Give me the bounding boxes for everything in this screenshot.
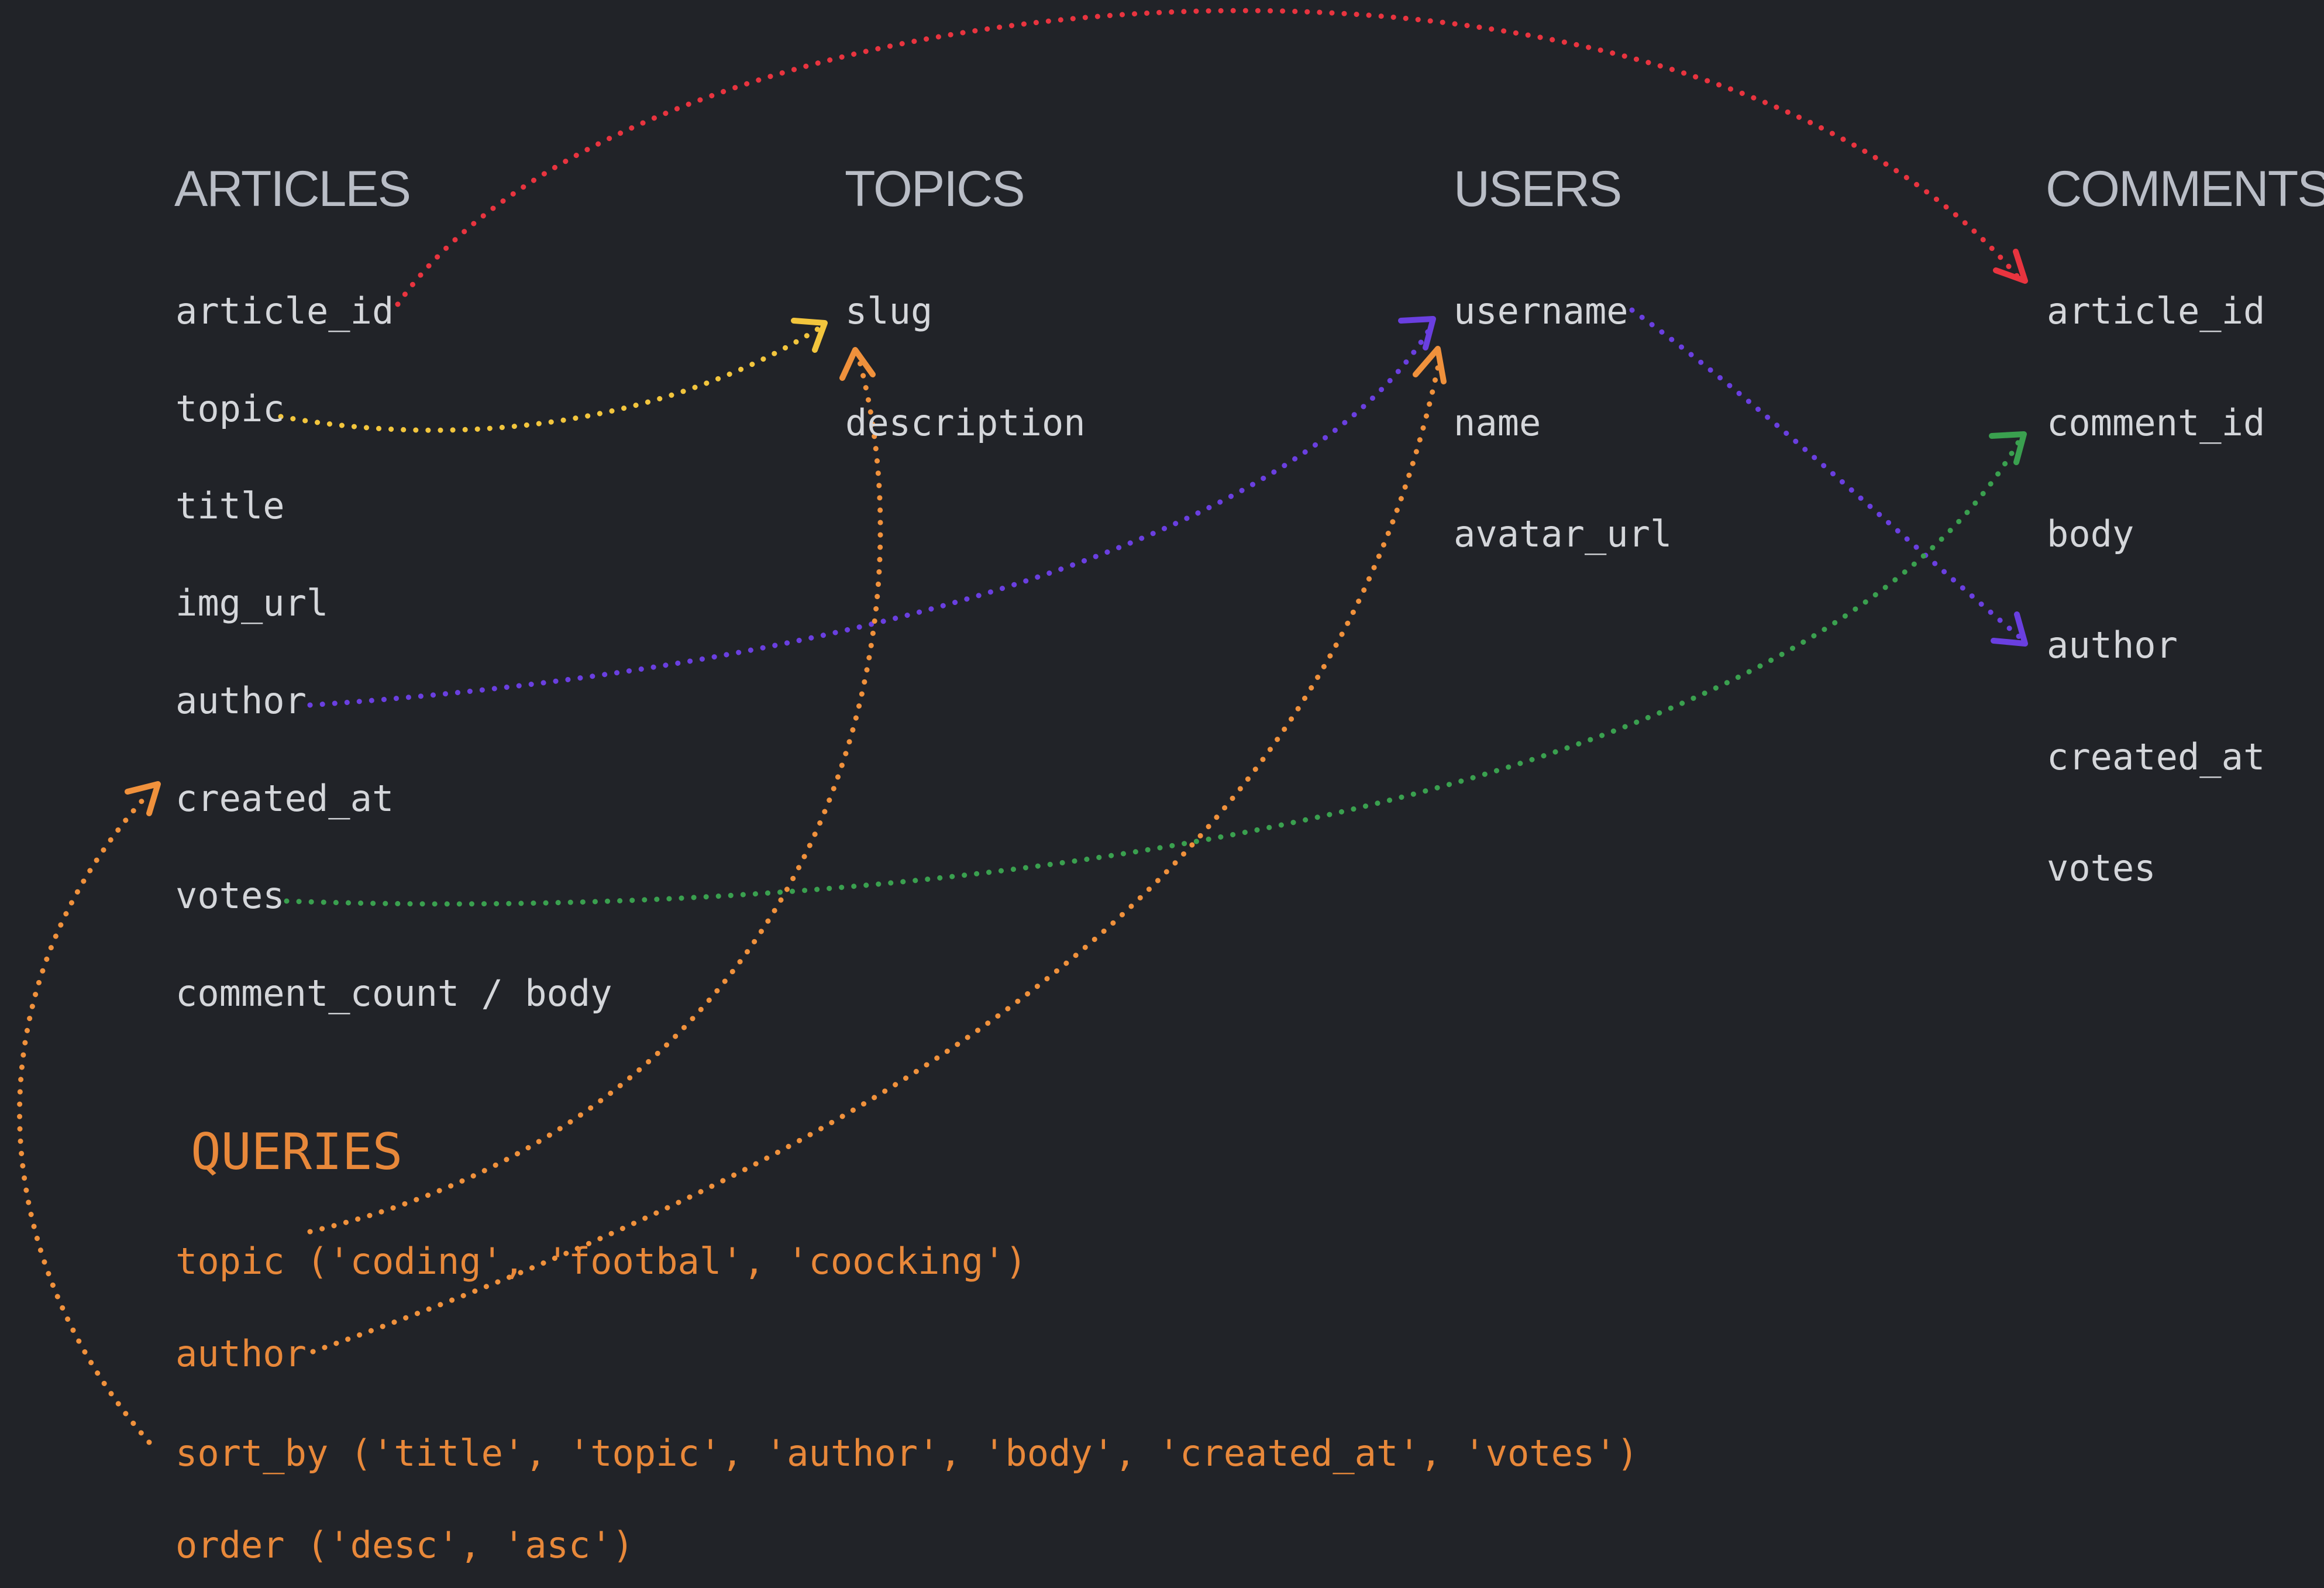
table-title-comments: COMMENTS xyxy=(2046,161,2324,217)
table-title-articles: ARTICLES xyxy=(174,161,411,217)
articles-field-title: title xyxy=(175,484,285,527)
users-field-avatar-url: avatar_url xyxy=(1454,513,1672,555)
table-title-topics: TOPICS xyxy=(845,161,1025,217)
comments-field-comment-id: comment_id xyxy=(2047,401,2266,444)
comments-field-created-at: created_at xyxy=(2047,735,2266,778)
comments-field-votes: votes xyxy=(2047,847,2156,889)
queries-title: QUERIES xyxy=(191,1123,403,1181)
query-order: order ('desc', 'asc') xyxy=(175,1524,634,1566)
link-sort-by-to-created-at xyxy=(17,781,161,1445)
articles-field-article-id: article_id xyxy=(175,290,394,332)
comments-field-body: body xyxy=(2047,513,2134,555)
articles-field-created-at: created_at xyxy=(175,777,394,820)
link-query-topic-to-slug xyxy=(307,347,883,1235)
table-title-users: USERS xyxy=(1454,161,1622,217)
users-field-username: username xyxy=(1454,290,1628,332)
articles-field-topic: topic xyxy=(175,387,285,430)
query-topic: topic ('coding', 'footbal', 'coocking') xyxy=(175,1240,1027,1283)
articles-field-comment-count-body: comment_count / body xyxy=(175,972,612,1015)
link-article-id-to-comment-article-id xyxy=(395,8,2028,307)
link-votes-to-comment-id xyxy=(284,431,2027,907)
comments-field-author: author xyxy=(2047,624,2178,666)
query-author: author xyxy=(175,1332,307,1375)
schema-diagram: .dot { fill: none; stroke-width: 9; stro… xyxy=(0,0,2324,1588)
link-username-to-comment-author xyxy=(1629,307,2028,647)
topics-field-slug: slug xyxy=(845,290,933,332)
articles-field-votes: votes xyxy=(175,874,285,917)
topics-field-description: description xyxy=(845,401,1086,444)
articles-field-author: author xyxy=(175,679,307,722)
link-topic-to-slug xyxy=(278,318,828,433)
comments-field-article-id: article_id xyxy=(2047,290,2266,332)
articles-field-img-url: img_url xyxy=(175,582,329,624)
users-field-name: name xyxy=(1454,401,1541,444)
query-sort-by: sort_by ('title', 'topic', 'author', 'bo… xyxy=(175,1432,1638,1474)
